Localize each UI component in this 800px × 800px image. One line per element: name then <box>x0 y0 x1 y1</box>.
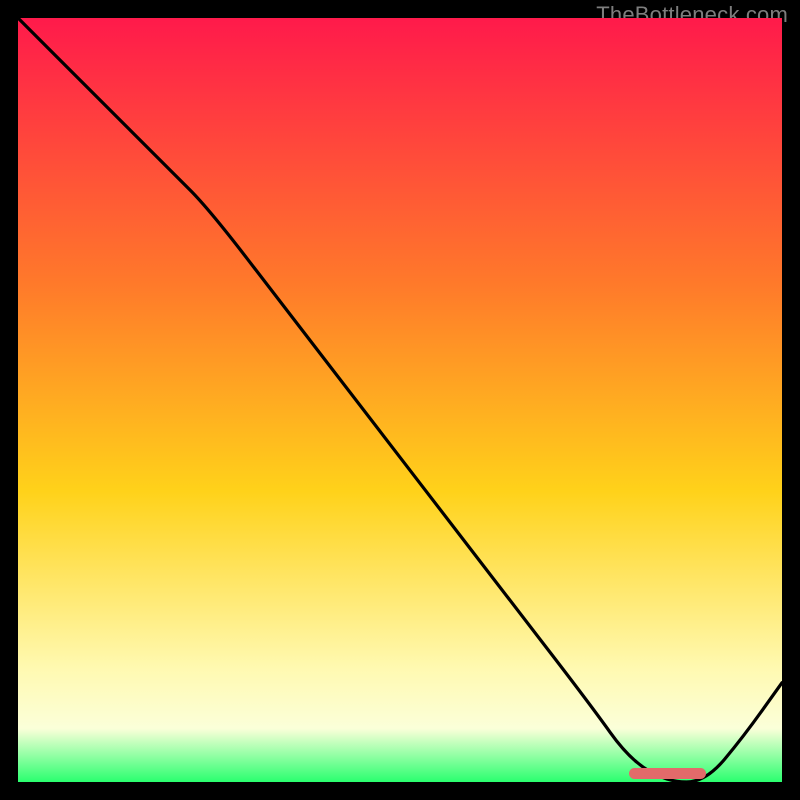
chart-frame: TheBottleneck.com <box>18 18 782 782</box>
bottleneck-chart <box>18 18 782 782</box>
optimal-range-marker <box>629 768 705 779</box>
